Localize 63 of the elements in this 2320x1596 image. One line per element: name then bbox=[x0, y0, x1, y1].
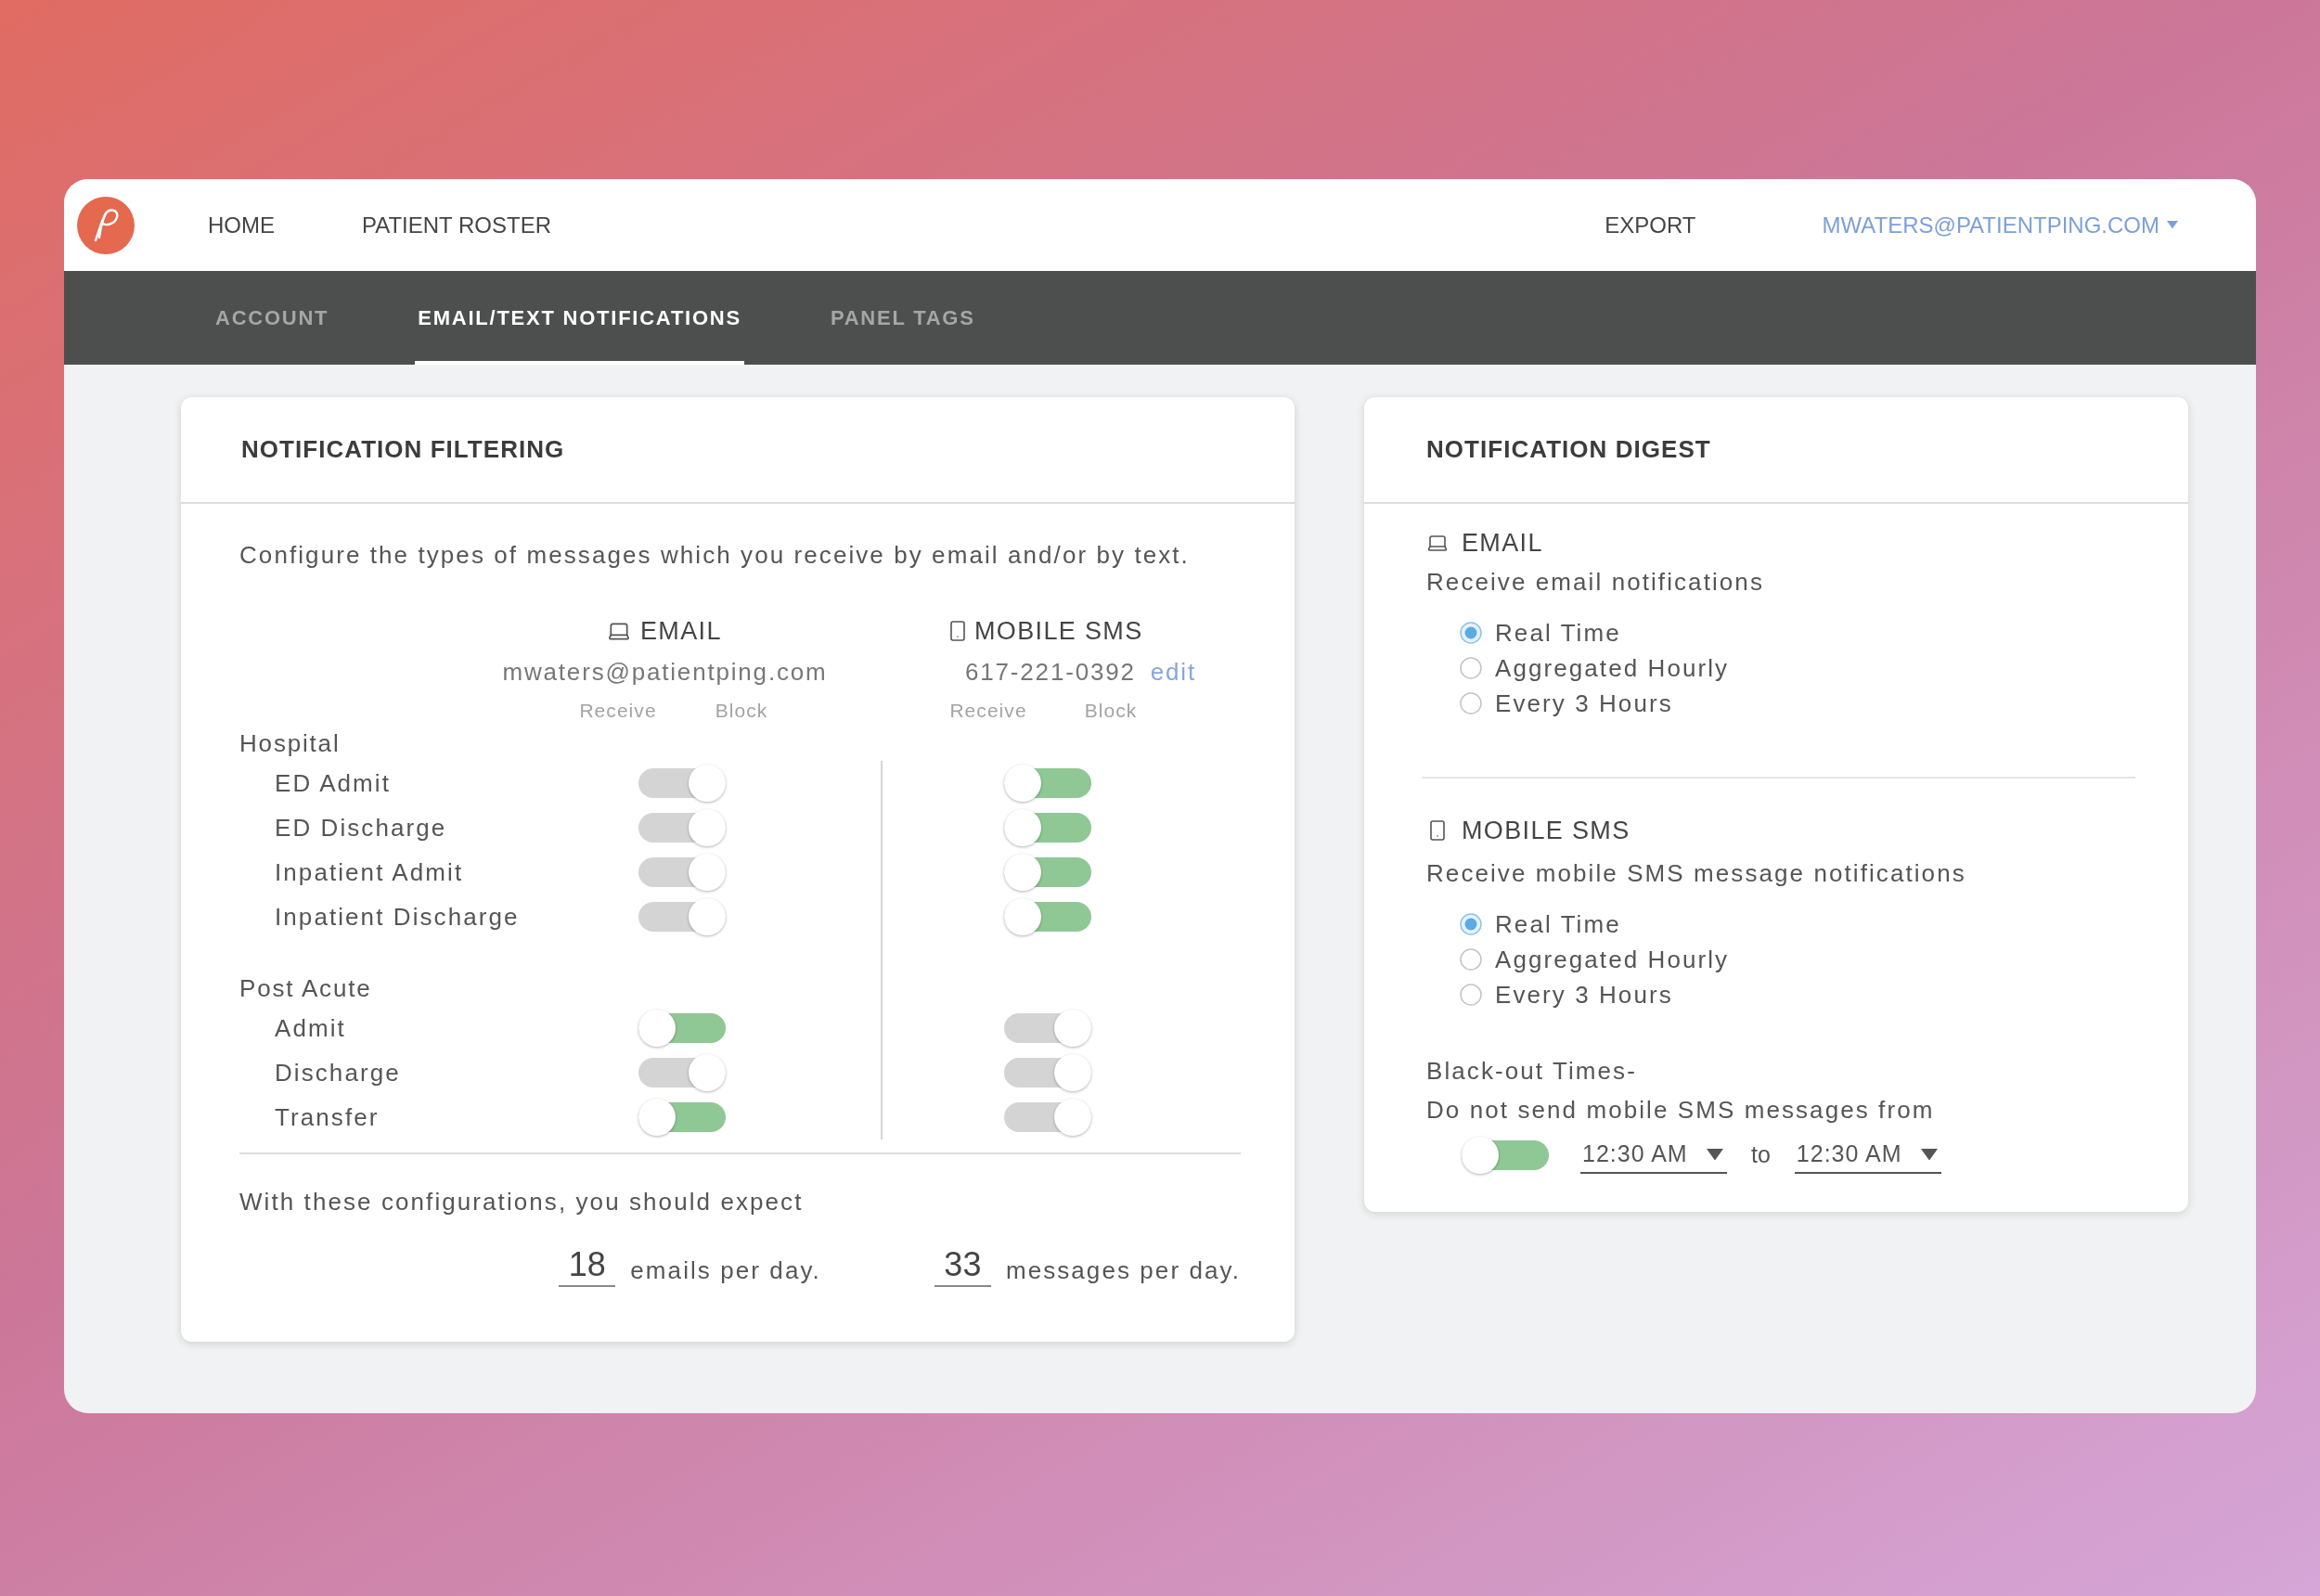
card-title: NOTIFICATION FILTERING bbox=[241, 434, 565, 465]
column-label: Receive bbox=[948, 699, 1028, 724]
phone-number: 617-221-0392 bbox=[965, 656, 1136, 688]
toggle-switch[interactable] bbox=[1004, 765, 1091, 802]
toggle-switch[interactable] bbox=[638, 809, 726, 846]
section-description: Receive email notifications bbox=[1426, 567, 1764, 598]
time-select[interactable]: 12:30 AM bbox=[1580, 1137, 1727, 1174]
group-title: Post Acute bbox=[239, 973, 372, 1004]
channel-heading: EMAIL bbox=[640, 615, 722, 647]
radio-option[interactable]: Aggregated Hourly bbox=[1460, 942, 1730, 977]
expected-count: 18 bbox=[559, 1244, 616, 1287]
range-separator: to bbox=[1751, 1140, 1771, 1170]
row-label: ED Discharge bbox=[275, 813, 447, 842]
email-address: mwaters@patientping.com bbox=[502, 656, 828, 688]
caret-icon bbox=[1920, 1148, 1938, 1161]
description-text: Configure the types of messages which you receive by email and/or by text. bbox=[239, 540, 1191, 571]
blackout-description: Do not send mobile SMS messages from bbox=[1426, 1095, 1935, 1126]
row-label: Discharge bbox=[275, 1058, 401, 1087]
radio-option[interactable]: Aggregated Hourly bbox=[1460, 650, 1730, 686]
row-label: Inpatient Discharge bbox=[275, 902, 520, 931]
export-link[interactable]: EXPORT bbox=[1605, 208, 1696, 242]
row-label: Admit bbox=[275, 1013, 346, 1042]
toggle-switch[interactable] bbox=[638, 1099, 726, 1136]
column-label: Receive bbox=[578, 699, 658, 724]
radio-option[interactable]: Every 3 Hours bbox=[1460, 977, 1673, 1012]
expected-count: 33 bbox=[934, 1244, 991, 1287]
nav-link[interactable]: HOME bbox=[208, 208, 275, 242]
caret-icon bbox=[1707, 1148, 1723, 1161]
toggle-switch[interactable] bbox=[1004, 1054, 1091, 1091]
count-unit: messages per day. bbox=[1005, 1255, 1241, 1286]
toggle-switch[interactable] bbox=[1004, 898, 1091, 935]
radio-option[interactable]: Real Time bbox=[1460, 907, 1621, 942]
nav-link[interactable]: PATIENT ROSTER bbox=[362, 208, 552, 242]
card-title: NOTIFICATION DIGEST bbox=[1426, 434, 1711, 465]
toggle-switch[interactable] bbox=[1004, 1010, 1091, 1047]
toggle-switch[interactable] bbox=[638, 898, 726, 935]
section-description: Receive mobile SMS message notifications bbox=[1426, 858, 1966, 889]
caret-icon bbox=[2167, 221, 2178, 229]
group-title: Hospital bbox=[239, 728, 341, 759]
time-select[interactable]: 12:30 AM bbox=[1794, 1137, 1941, 1174]
row-label: Inpatient Admit bbox=[275, 857, 464, 886]
column-label: Block bbox=[714, 699, 769, 724]
logo-icon[interactable] bbox=[77, 196, 135, 254]
section-heading: EMAIL bbox=[1462, 527, 1543, 559]
section-heading: MOBILE SMS bbox=[1462, 815, 1630, 846]
toggle-switch[interactable] bbox=[1004, 809, 1091, 846]
toggle-switch[interactable] bbox=[1462, 1137, 1549, 1174]
toggle-switch[interactable] bbox=[638, 765, 726, 802]
channel-heading: MOBILE SMS bbox=[974, 615, 1143, 647]
toggle-switch[interactable] bbox=[1004, 1099, 1091, 1136]
toggle-switch[interactable] bbox=[1004, 854, 1091, 891]
toggle-switch[interactable] bbox=[638, 854, 726, 891]
radio-option[interactable]: Every 3 Hours bbox=[1460, 686, 1673, 721]
row-label: ED Admit bbox=[275, 768, 391, 797]
count-unit: emails per day. bbox=[630, 1255, 821, 1286]
toggle-switch[interactable] bbox=[638, 1010, 726, 1047]
row-label: Transfer bbox=[275, 1102, 380, 1131]
summary-text: With these configurations, you should expect bbox=[239, 1187, 804, 1217]
tab[interactable]: EMAIL/TEXT NOTIFICATIONS bbox=[415, 271, 744, 365]
column-label: Block bbox=[1083, 699, 1139, 724]
toggle-switch[interactable] bbox=[638, 1054, 726, 1091]
blackout-title: Black-out Times- bbox=[1426, 1056, 1637, 1087]
radio-option[interactable]: Real Time bbox=[1460, 615, 1621, 650]
